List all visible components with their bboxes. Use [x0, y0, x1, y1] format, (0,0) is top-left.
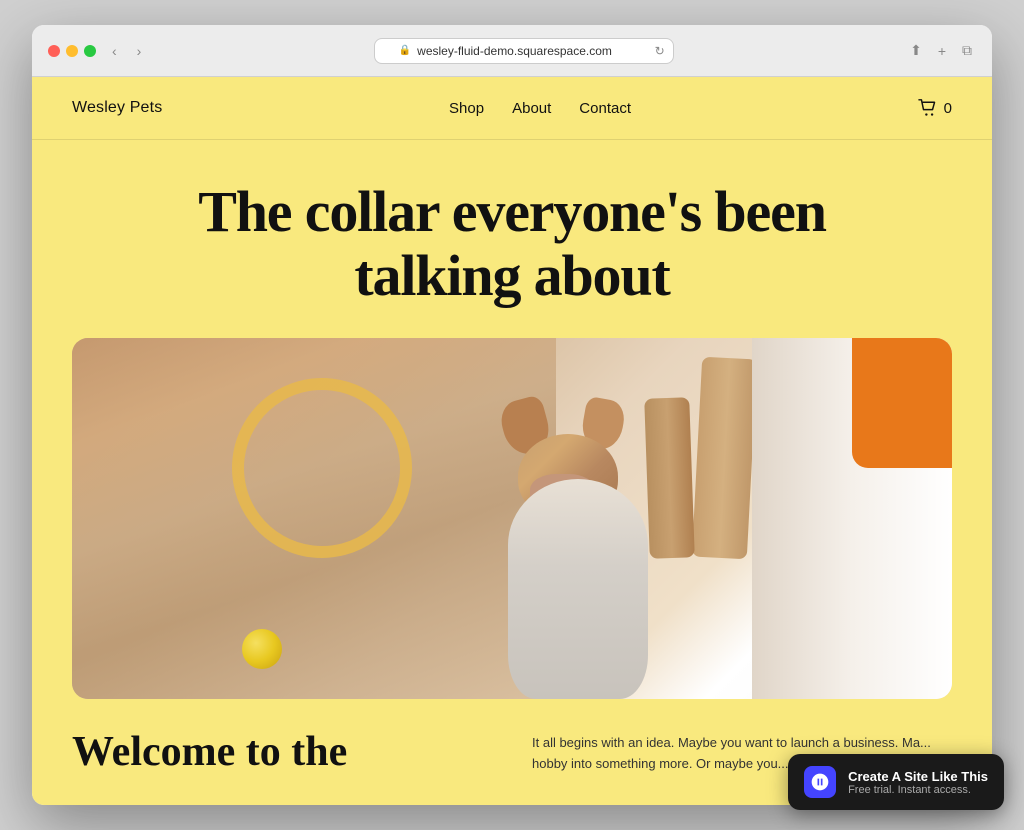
url-text: wesley-fluid-demo.squarespace.com — [417, 44, 612, 58]
cta-title: Create A Site Like This — [848, 769, 988, 784]
cart-icon — [918, 99, 938, 117]
site-content: Wesley Pets Shop About Contact 0 The col… — [32, 77, 992, 805]
cardboard-tube-1 — [692, 356, 757, 559]
welcome-text-left: Welcome to the — [72, 729, 492, 775]
scene-orange-accent — [852, 338, 952, 468]
address-bar-container: 🔒 wesley-fluid-demo.squarespace.com ↻ — [157, 38, 890, 64]
dog-scene — [72, 338, 952, 699]
browser-window: ‹ › 🔒 wesley-fluid-demo.squarespace.com … — [32, 25, 992, 805]
browser-right-buttons: ⬆ + ⧉ — [902, 38, 976, 63]
squarespace-icon — [804, 766, 836, 798]
dog-figure — [468, 399, 688, 699]
cart-area[interactable]: 0 — [918, 99, 952, 117]
forward-button[interactable]: › — [133, 39, 146, 63]
nav-links: Shop About Contact — [449, 100, 631, 117]
dog-body — [508, 479, 648, 699]
hero-headline: The collar everyone's been talking about — [72, 180, 952, 308]
reload-button[interactable]: ↻ — [655, 44, 665, 58]
tab-overview-button[interactable]: ⧉ — [958, 38, 976, 63]
welcome-headline-line1: Welcome to the — [72, 729, 347, 775]
hero-image-bg — [72, 338, 952, 699]
scene-ball — [242, 629, 282, 669]
nav-about[interactable]: About — [512, 100, 551, 117]
cta-text-block: Create A Site Like This Free trial. Inst… — [848, 769, 988, 796]
cta-banner[interactable]: Create A Site Like This Free trial. Inst… — [788, 754, 1004, 810]
browser-chrome: ‹ › 🔒 wesley-fluid-demo.squarespace.com … — [32, 25, 992, 77]
traffic-lights — [48, 45, 96, 57]
share-button[interactable]: ⬆ — [906, 38, 926, 63]
new-tab-button[interactable]: + — [934, 39, 950, 63]
traffic-light-close[interactable] — [48, 45, 60, 57]
site-logo: Wesley Pets — [72, 99, 162, 117]
squarespace-logo-icon — [810, 772, 830, 792]
lock-icon: 🔒 — [399, 45, 411, 56]
traffic-light-fullscreen[interactable] — [84, 45, 96, 57]
hero-headline-line2: talking about — [354, 243, 669, 308]
cart-count: 0 — [944, 100, 952, 117]
address-bar[interactable]: 🔒 wesley-fluid-demo.squarespace.com ↻ — [374, 38, 674, 64]
back-button[interactable]: ‹ — [108, 39, 121, 63]
traffic-light-minimize[interactable] — [66, 45, 78, 57]
hero-image — [72, 338, 952, 699]
hero-section: The collar everyone's been talking about — [32, 140, 992, 338]
nav-contact[interactable]: Contact — [579, 100, 631, 117]
nav-shop[interactable]: Shop — [449, 100, 484, 117]
welcome-headline: Welcome to the — [72, 729, 492, 775]
cta-subtitle: Free trial. Instant access. — [848, 784, 988, 796]
site-nav: Wesley Pets Shop About Contact 0 — [32, 77, 992, 140]
hero-headline-line1: The collar everyone's been — [198, 179, 826, 244]
